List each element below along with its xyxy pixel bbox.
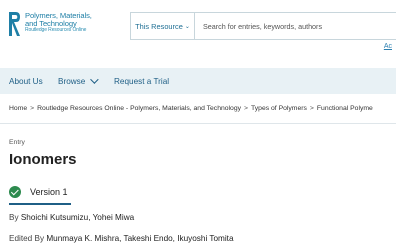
version-tab-underline	[9, 203, 71, 205]
check-circle-icon	[9, 186, 21, 198]
account-link[interactable]: Ac	[384, 43, 392, 50]
breadcrumb-resource[interactable]: Routledge Resources Online - Polymers, M…	[37, 105, 241, 112]
breadcrumb-types-of-polymers[interactable]: Types of Polymers	[251, 105, 307, 112]
editors-line: Edited By Munmaya K. Mishra, Takeshi End…	[9, 234, 234, 243]
routledge-r-logo-icon	[9, 12, 20, 36]
page-title: Ionomers	[9, 151, 77, 168]
nav-item-about-us[interactable]: About Us	[9, 68, 43, 94]
authors-line: By Shoichi Kutsumizu, Yohei Miwa	[9, 213, 134, 222]
logo-text: Polymers, Materials, and Technology Rout…	[25, 12, 92, 33]
editors-names[interactable]: Munmaya K. Mishra, Takeshi Endo, Ikuyosh…	[46, 234, 233, 243]
search-input[interactable]	[195, 13, 396, 39]
version-tab[interactable]: Version 1	[9, 181, 68, 203]
search-scope-label: This Resource	[135, 21, 183, 31]
editors-prefix: Edited By	[9, 234, 45, 243]
authors-names[interactable]: Shoichi Kutsumizu, Yohei Miwa	[21, 213, 134, 222]
page: Polymers, Materials, and Technology Rout…	[0, 0, 396, 247]
chevron-down-icon: ⌄	[184, 23, 190, 30]
main-nav: About Us Browse Request a Trial	[0, 68, 396, 94]
header: Polymers, Materials, and Technology Rout…	[0, 0, 396, 52]
divider	[0, 123, 396, 124]
nav-item-label: Request a Trial	[114, 76, 170, 86]
search-scope-dropdown[interactable]: This Resource ⌄	[131, 13, 195, 39]
logo-line-2: and Technology	[25, 18, 77, 28]
site-logo[interactable]: Polymers, Materials, and Technology Rout…	[9, 12, 92, 36]
nav-item-browse[interactable]: Browse	[58, 68, 99, 94]
authors-prefix: By	[9, 213, 19, 222]
search-bar: This Resource ⌄	[130, 12, 396, 40]
nav-item-request-trial[interactable]: Request a Trial	[114, 68, 169, 94]
nav-item-label: Browse	[58, 76, 86, 86]
breadcrumb: Home > Routledge Resources Online - Polyme…	[9, 105, 373, 112]
breadcrumb-home[interactable]: Home	[9, 105, 27, 112]
breadcrumb-separator: >	[244, 105, 248, 112]
breadcrumb-functional-polymers[interactable]: Functional Polyme	[317, 105, 373, 112]
breadcrumb-separator: >	[30, 105, 35, 112]
logo-line-3: Routledge Resources Online	[25, 27, 87, 34]
version-label: Version 1	[30, 187, 68, 197]
entry-type-label: Entry	[9, 139, 25, 146]
chevron-down-icon	[90, 75, 99, 84]
breadcrumb-separator: >	[309, 105, 314, 112]
nav-item-label: About Us	[9, 76, 43, 86]
